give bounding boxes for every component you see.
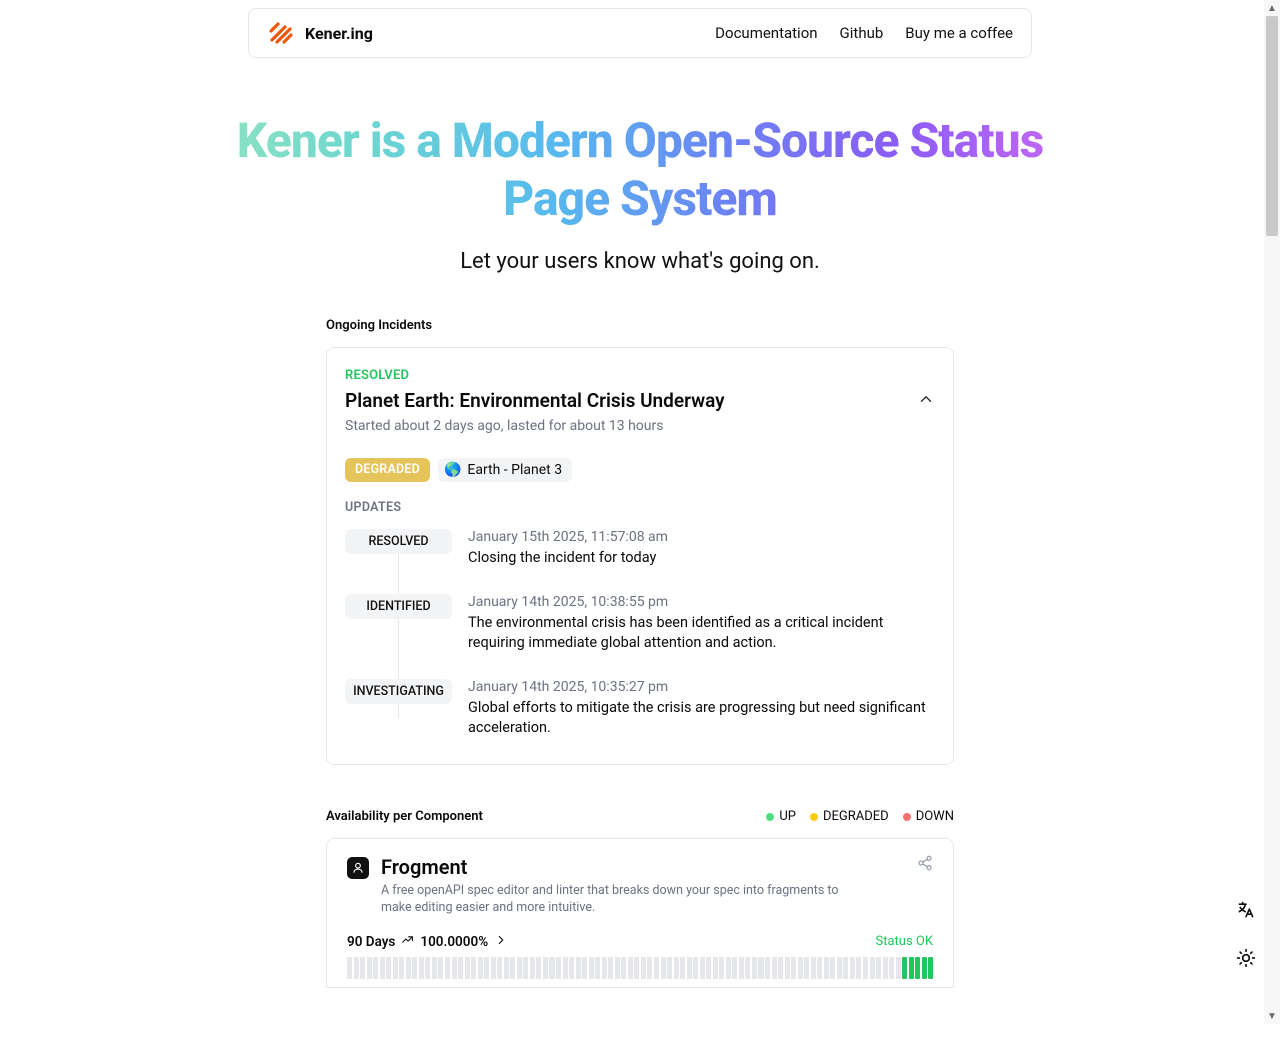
legend-up: UP [766, 809, 796, 824]
update-message: Global efforts to mitigate the crisis ar… [468, 698, 935, 738]
update-state-badge: INVESTIGATING [345, 679, 452, 704]
legend-degraded: DEGRADED [810, 809, 889, 824]
incident-status: RESOLVED [345, 368, 935, 383]
component-stats[interactable]: 90 Days 100.0000% [347, 933, 508, 951]
scroll-up-icon[interactable]: ▲ [1264, 0, 1280, 16]
hero: Kener is a Modern Open-Source Status Pag… [210, 112, 1070, 274]
earth-icon: 🌎 [444, 462, 461, 478]
incident-tags: DEGRADED 🌎 Earth - Planet 3 [345, 458, 935, 482]
update-state-badge: IDENTIFIED [345, 594, 452, 619]
trend-icon [401, 933, 414, 950]
share-icon[interactable] [917, 855, 933, 875]
nav-link-coffee[interactable]: Buy me a coffee [905, 24, 1013, 42]
incident-time: Started about 2 days ago, lasted for abo… [345, 418, 935, 434]
uptime-pct: 100.0000% [420, 934, 488, 950]
incident-title: Planet Earth: Environmental Crisis Under… [345, 389, 725, 412]
update-row: RESOLVED January 15th 2025, 11:57:08 am … [345, 525, 935, 590]
range-label: 90 Days [347, 934, 395, 950]
component-desc: A free openAPI spec editor and linter th… [381, 883, 871, 917]
scroll-thumb[interactable] [1266, 16, 1278, 236]
planet-label: Earth - Planet 3 [467, 462, 562, 478]
chevron-right-icon[interactable] [494, 933, 508, 951]
hero-subtitle: Let your users know what's going on. [210, 249, 1070, 274]
nav-brand-group[interactable]: Kener.ing [267, 19, 373, 47]
update-date: January 14th 2025, 10:38:55 pm [468, 594, 935, 610]
chevron-up-icon[interactable] [917, 390, 935, 412]
legend: UP DEGRADED DOWN [766, 809, 954, 824]
scroll-down-icon[interactable]: ▼ [1264, 1008, 1280, 1024]
incident-card: RESOLVED Planet Earth: Environmental Cri… [326, 347, 954, 765]
scrollbar[interactable]: ▲ ▼ [1264, 0, 1280, 1024]
update-row: INVESTIGATING January 14th 2025, 10:35:2… [345, 675, 935, 738]
degraded-badge: DEGRADED [345, 458, 430, 482]
brand-name: Kener.ing [305, 24, 373, 43]
hero-title: Kener is a Modern Open-Source Status Pag… [210, 112, 1070, 227]
nav-link-github[interactable]: Github [840, 24, 884, 42]
update-message: The environmental crisis has been identi… [468, 613, 935, 653]
updates-timeline: RESOLVED January 15th 2025, 11:57:08 am … [345, 525, 935, 738]
availability-heading: Availability per Component [326, 809, 483, 824]
legend-down: DOWN [903, 809, 954, 824]
uptime-bars [347, 957, 933, 979]
component-card: Frogment A free openAPI spec editor and … [326, 838, 954, 988]
ongoing-incidents-section: Ongoing Incidents RESOLVED Planet Earth:… [326, 318, 954, 765]
status-text: Status OK [876, 934, 934, 949]
update-date: January 15th 2025, 11:57:08 am [468, 529, 935, 545]
update-row: IDENTIFIED January 14th 2025, 10:38:55 p… [345, 590, 935, 675]
theme-button[interactable] [1228, 940, 1264, 976]
update-state-badge: RESOLVED [345, 529, 452, 554]
component-name[interactable]: Frogment [381, 855, 871, 879]
logo-icon [267, 19, 295, 47]
update-date: January 14th 2025, 10:35:27 pm [468, 679, 935, 695]
component-icon [347, 857, 369, 879]
nav-link-documentation[interactable]: Documentation [715, 24, 817, 42]
planet-chip[interactable]: 🌎 Earth - Planet 3 [438, 458, 572, 482]
update-message: Closing the incident for today [468, 548, 935, 568]
ongoing-heading: Ongoing Incidents [326, 318, 954, 333]
nav-links: Documentation Github Buy me a coffee [715, 24, 1013, 42]
updates-heading: UPDATES [345, 500, 935, 515]
language-button[interactable] [1228, 892, 1264, 928]
navbar: Kener.ing Documentation Github Buy me a … [248, 8, 1032, 58]
availability-section: Availability per Component UP DEGRADED D… [326, 809, 954, 988]
